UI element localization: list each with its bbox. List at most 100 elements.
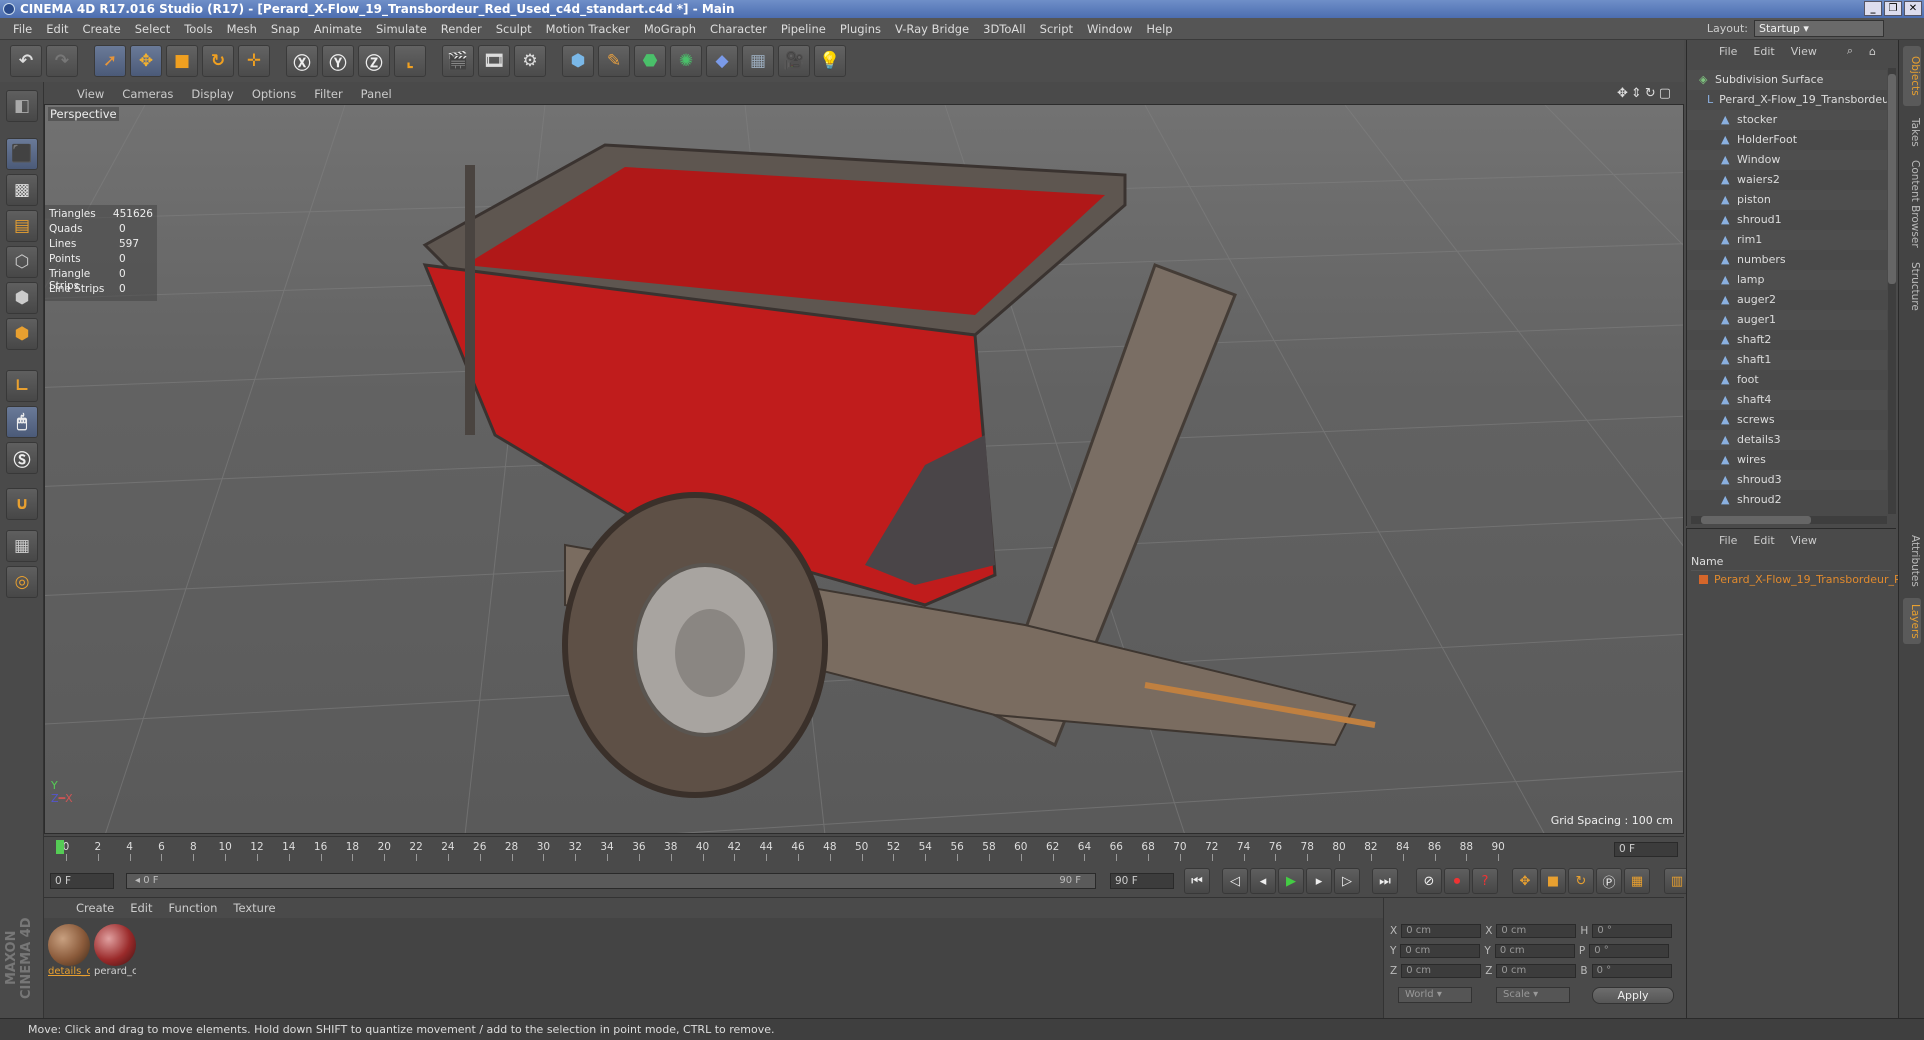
menu-window[interactable]: Window bbox=[1080, 18, 1139, 40]
layer-item[interactable]: Perard_X-Flow_19_Transbordeur_Re bbox=[1699, 573, 1908, 586]
max-time-field[interactable]: 90 F bbox=[1110, 873, 1174, 889]
material-menu-function[interactable]: Function bbox=[161, 901, 226, 915]
size-y-field[interactable]: 0 cm bbox=[1494, 944, 1575, 958]
menu-render[interactable]: Render bbox=[434, 18, 489, 40]
preview-range-slider[interactable]: ◂ 0 F 90 F bbox=[126, 873, 1096, 889]
apply-button[interactable]: Apply bbox=[1592, 987, 1674, 1004]
minimize-button[interactable]: _ bbox=[1864, 1, 1882, 16]
menu-sculpt[interactable]: Sculpt bbox=[489, 18, 539, 40]
object-tree-item[interactable]: ▲ auger2 bbox=[1687, 290, 1887, 310]
keyframe-selection-icon[interactable]: ? bbox=[1472, 868, 1498, 894]
object-tree-item[interactable]: ▲ screws bbox=[1687, 410, 1887, 430]
workplane-rotate-icon[interactable]: ◎ bbox=[6, 566, 38, 598]
menu-3dtoall[interactable]: 3DToAll bbox=[976, 18, 1033, 40]
next-key-icon[interactable]: ▷ bbox=[1334, 868, 1360, 894]
menu-plugins[interactable]: Plugins bbox=[833, 18, 888, 40]
play-icon[interactable]: ▶ bbox=[1278, 868, 1304, 894]
material-menu-create[interactable]: Create bbox=[68, 901, 122, 915]
menu-mograph[interactable]: MoGraph bbox=[637, 18, 703, 40]
rotate-tool-icon[interactable]: ↻ bbox=[202, 45, 234, 77]
timeline-ruler[interactable]: 0 2 4 6 8 10 12 14 16 18 20 22 24 26 28 30 32 34 36 38 40 42 4… bbox=[44, 836, 1684, 862]
object-tree-item[interactable]: ▲ shroud2 bbox=[1687, 490, 1887, 510]
object-tree-item[interactable]: L Perard_X-Flow_19_Transbordeur_ bbox=[1687, 90, 1887, 110]
layers-menu-edit[interactable]: Edit bbox=[1745, 534, 1782, 547]
rot-h-field[interactable]: 0 ° bbox=[1592, 924, 1673, 938]
hscrollbar-thumb[interactable] bbox=[1701, 516, 1811, 524]
menu-pipeline[interactable]: Pipeline bbox=[774, 18, 833, 40]
menu-mesh[interactable]: Mesh bbox=[220, 18, 264, 40]
axis-mode-icon[interactable]: ∟ bbox=[6, 370, 38, 402]
next-frame-icon[interactable]: ▸ bbox=[1306, 868, 1332, 894]
key-parameter-icon[interactable]: Ⓟ bbox=[1596, 868, 1622, 894]
make-editable-icon[interactable]: ◧ bbox=[6, 90, 38, 122]
object-tree-item[interactable]: ▲ Window bbox=[1687, 150, 1887, 170]
scale-tool-icon[interactable]: ■ bbox=[166, 45, 198, 77]
key-pla-icon[interactable]: ▦ bbox=[1624, 868, 1650, 894]
go-to-start-icon[interactable]: ⏮ bbox=[1184, 868, 1210, 894]
menu-character[interactable]: Character bbox=[703, 18, 774, 40]
redo-icon[interactable]: ↷ bbox=[46, 45, 78, 77]
object-tree-item[interactable]: ▲ details3 bbox=[1687, 430, 1887, 450]
object-tree-item[interactable]: ▲ wires bbox=[1687, 450, 1887, 470]
rot-p-field[interactable]: 0 ° bbox=[1589, 944, 1670, 958]
light-icon[interactable]: 💡 bbox=[814, 45, 846, 77]
timeline-playhead[interactable] bbox=[56, 840, 64, 854]
previous-frame-icon[interactable]: ◂ bbox=[1250, 868, 1276, 894]
home-icon[interactable]: ⌂ bbox=[1861, 45, 1884, 58]
object-tree-item[interactable]: ▲ lamp bbox=[1687, 270, 1887, 290]
object-tree-item[interactable]: ▲ auger1 bbox=[1687, 310, 1887, 330]
object-tree-hscrollbar[interactable] bbox=[1691, 516, 1887, 524]
render-settings-icon[interactable]: ⚙ bbox=[514, 45, 546, 77]
layout-dropdown[interactable]: Startup ▾ bbox=[1754, 20, 1884, 37]
viewport-menu-display[interactable]: Display bbox=[182, 87, 242, 101]
polygons-mode-icon[interactable]: ⬢ bbox=[6, 318, 38, 350]
transform-tool-icon[interactable]: ✛ bbox=[238, 45, 270, 77]
close-button[interactable]: ✕ bbox=[1904, 1, 1922, 16]
menu-create[interactable]: Create bbox=[76, 18, 128, 40]
subdivision-generator-icon[interactable]: ⬣ bbox=[634, 45, 666, 77]
size-z-field[interactable]: 0 cm bbox=[1496, 964, 1577, 978]
object-tree-item[interactable]: ▲ HolderFoot bbox=[1687, 130, 1887, 150]
live-selection-icon[interactable]: ➚ bbox=[94, 45, 126, 77]
snapping-icon[interactable]: Ⓢ bbox=[6, 442, 38, 474]
object-tree-item[interactable]: ▲ rim1 bbox=[1687, 230, 1887, 250]
material-swatch[interactable]: details_c bbox=[48, 924, 90, 979]
objects-menu-view[interactable]: View bbox=[1783, 45, 1825, 58]
menu-vray-bridge[interactable]: V-Ray Bridge bbox=[888, 18, 976, 40]
menu-snap[interactable]: Snap bbox=[264, 18, 307, 40]
key-position-icon[interactable]: ✥ bbox=[1512, 868, 1538, 894]
go-to-end-icon[interactable]: ⏭ bbox=[1372, 868, 1398, 894]
viewport-nav-icons[interactable]: ✥⇕↻▢ bbox=[1617, 86, 1674, 101]
texture-mode-icon[interactable]: ▩ bbox=[6, 174, 38, 206]
tab-attributes[interactable]: Attributes bbox=[1903, 530, 1921, 592]
move-tool-icon[interactable]: ✥ bbox=[130, 45, 162, 77]
tweak-mode-icon[interactable]: 🖱 bbox=[6, 406, 38, 438]
object-tree-scrollbar[interactable] bbox=[1888, 68, 1896, 514]
viewport-menu-filter[interactable]: Filter bbox=[305, 87, 351, 101]
layer-color-swatch[interactable] bbox=[1699, 575, 1708, 584]
y-axis-lock-icon[interactable]: Ⓨ bbox=[322, 45, 354, 77]
perspective-viewport[interactable]: Perspective Triangles 451626 Quads 0 Lines… bbox=[44, 104, 1684, 834]
menu-simulate[interactable]: Simulate bbox=[369, 18, 434, 40]
menu-tools[interactable]: Tools bbox=[177, 18, 219, 40]
object-tree-item[interactable]: ▲ numbers bbox=[1687, 250, 1887, 270]
points-mode-icon[interactable]: ⬡ bbox=[6, 246, 38, 278]
render-picture-viewer-icon[interactable]: 🎞 bbox=[478, 45, 510, 77]
objects-menu-file[interactable]: File bbox=[1711, 45, 1745, 58]
object-tree-item[interactable]: ▲ shaft4 bbox=[1687, 390, 1887, 410]
cube-primitive-icon[interactable]: ⬢ bbox=[562, 45, 594, 77]
scale-mode-dropdown[interactable]: Scale ▾ bbox=[1496, 987, 1570, 1003]
tab-structure[interactable]: Structure bbox=[1903, 256, 1921, 316]
coordinate-system-icon[interactable]: ⌞ bbox=[394, 45, 426, 77]
rot-b-field[interactable]: 0 ° bbox=[1591, 964, 1672, 978]
layers-menu-file[interactable]: File bbox=[1711, 534, 1745, 547]
object-tree-item[interactable]: ▲ foot bbox=[1687, 370, 1887, 390]
pen-spline-icon[interactable]: ✎ bbox=[598, 45, 630, 77]
menu-motion-tracker[interactable]: Motion Tracker bbox=[539, 18, 637, 40]
workplane-lock-icon[interactable]: ▦ bbox=[6, 530, 38, 562]
edges-mode-icon[interactable]: ⬢ bbox=[6, 282, 38, 314]
menu-script[interactable]: Script bbox=[1033, 18, 1080, 40]
key-scale-icon[interactable]: ■ bbox=[1540, 868, 1566, 894]
object-tree-item[interactable]: ▲ shaft1 bbox=[1687, 350, 1887, 370]
workplane-mode-icon[interactable]: ▤ bbox=[6, 210, 38, 242]
